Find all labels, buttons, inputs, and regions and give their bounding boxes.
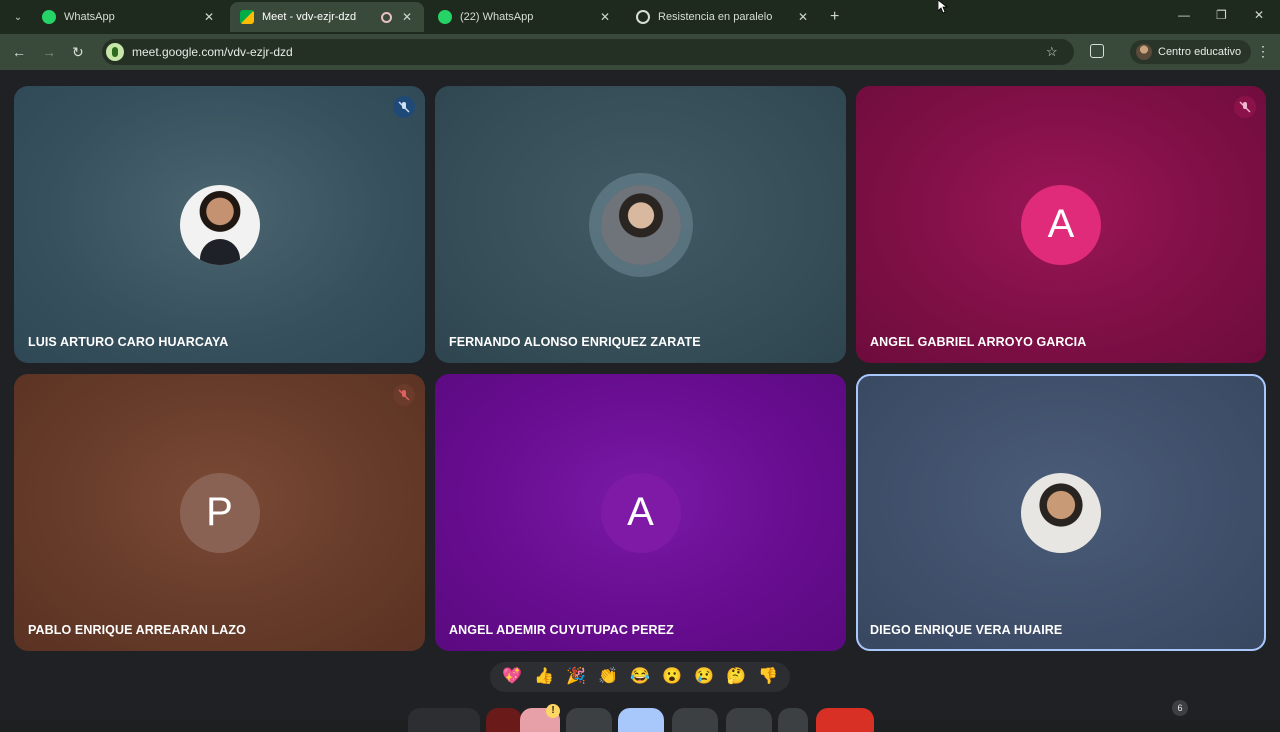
reaction-thumbs-down[interactable]: 👎: [758, 668, 778, 686]
participant-name: DIEGO ENRIQUE VERA HUAIRE: [870, 623, 1063, 637]
browser-menu-icon[interactable]: ⋮: [1256, 43, 1270, 60]
camera-button[interactable]: [486, 708, 522, 732]
participant-name: FERNANDO ALONSO ENRIQUEZ ZARATE: [449, 335, 701, 349]
participant-name: ANGEL GABRIEL ARROYO GARCIA: [870, 335, 1087, 349]
whatsapp-icon: [438, 10, 452, 24]
reaction-clapping[interactable]: 👏: [598, 668, 618, 686]
participant-avatar: [1021, 472, 1101, 553]
close-tab-icon[interactable]: ✕: [598, 10, 612, 24]
reaction-surprised[interactable]: 😮: [662, 668, 682, 686]
tab-resistencia[interactable]: Resistencia en paralelo ✕: [626, 2, 820, 32]
participant-tile[interactable]: FERNANDO ALONSO ENRIQUEZ ZARATE: [435, 86, 846, 363]
participant-tile[interactable]: LUIS ARTURO CARO HUARCAYA: [14, 86, 425, 363]
tab-whatsapp-2[interactable]: (22) WhatsApp ✕: [428, 2, 622, 32]
close-tab-icon[interactable]: ✕: [202, 10, 216, 24]
reaction-sparkling-heart[interactable]: 💖: [502, 668, 522, 686]
reaction-crying[interactable]: 😢: [694, 668, 714, 686]
warning-badge-icon: !: [546, 704, 560, 718]
extensions-icon[interactable]: [1090, 44, 1104, 58]
participant-avatar: A: [1021, 184, 1101, 265]
reaction-party-popper[interactable]: 🎉: [566, 668, 586, 686]
participant-tile[interactable]: P PABLO ENRIQUE ARREARAN LAZO: [14, 374, 425, 651]
back-arrow-icon[interactable]: ←: [12, 44, 26, 60]
more-options-button[interactable]: [726, 708, 772, 732]
tab-title: Meet - vdv-ezjr-dzd: [262, 11, 357, 23]
reaction-thumbs-up[interactable]: 👍: [534, 668, 554, 686]
close-tab-icon[interactable]: ✕: [796, 10, 810, 24]
overflow-button[interactable]: [778, 708, 808, 732]
browser-toolbar: ← → ↻ meet.google.com/vdv-ezjr-dzd ☆ Cen…: [0, 34, 1280, 70]
url-text: meet.google.com/vdv-ezjr-dzd: [132, 45, 293, 59]
participant-count-badge: 6: [1172, 700, 1188, 716]
reactions-bar: 💖 👍 🎉 👏 😂 😮 😢 🤔 👎: [490, 662, 790, 692]
reload-icon[interactable]: ↻: [72, 44, 84, 61]
participant-avatar: [179, 184, 260, 265]
forward-arrow-icon[interactable]: →: [42, 44, 56, 60]
tab-meet[interactable]: Meet - vdv-ezjr-dzd ✕: [230, 2, 424, 32]
tab-search-chevron-icon[interactable]: ⌄: [8, 8, 28, 26]
bookmark-star-icon[interactable]: ☆: [1046, 44, 1058, 60]
participant-avatar: P: [179, 472, 260, 553]
openai-icon: [636, 10, 650, 24]
microphone-permission-icon[interactable]: [106, 43, 124, 61]
close-window-icon[interactable]: ✕: [1254, 8, 1264, 22]
address-bar[interactable]: meet.google.com/vdv-ezjr-dzd: [102, 39, 1074, 65]
raise-hand-button[interactable]: [618, 708, 664, 732]
participant-tile[interactable]: A ANGEL GABRIEL ARROYO GARCIA: [856, 86, 1266, 363]
profile-button[interactable]: Centro educativo: [1130, 40, 1252, 64]
end-call-button[interactable]: [816, 708, 874, 732]
profile-avatar: [1136, 44, 1152, 60]
tab-title: WhatsApp: [64, 11, 115, 23]
whatsapp-icon: [42, 10, 56, 24]
participant-tile[interactable]: A ANGEL ADEMIR CUYUTUPAC PEREZ: [435, 374, 846, 651]
participant-tile-active-speaker[interactable]: DIEGO ENRIQUE VERA HUAIRE: [856, 374, 1266, 651]
recording-indicator-icon: [381, 11, 392, 23]
new-tab-icon[interactable]: +: [830, 8, 839, 26]
microphone-button[interactable]: [408, 708, 480, 732]
muted-mic-icon: [393, 96, 415, 118]
muted-mic-icon: [1234, 96, 1256, 118]
participant-name: LUIS ARTURO CARO HUARCAYA: [28, 335, 229, 349]
meet-stage: LUIS ARTURO CARO HUARCAYA FERNANDO ALONS…: [0, 70, 1280, 732]
reaction-thinking[interactable]: 🤔: [726, 668, 746, 686]
present-button[interactable]: [566, 708, 612, 732]
restore-icon[interactable]: ❐: [1216, 8, 1227, 22]
emoji-button[interactable]: [672, 708, 718, 732]
mouse-cursor-icon: [938, 0, 948, 14]
google-meet-icon: [240, 10, 254, 24]
tab-whatsapp[interactable]: WhatsApp ✕: [32, 2, 226, 32]
tab-title: Resistencia en paralelo: [658, 11, 773, 23]
tab-title: (22) WhatsApp: [460, 11, 534, 23]
participant-name: PABLO ENRIQUE ARREARAN LAZO: [28, 623, 246, 637]
close-tab-icon[interactable]: ✕: [400, 10, 414, 24]
reaction-laughing[interactable]: 😂: [630, 668, 650, 686]
participant-name: ANGEL ADEMIR CUYUTUPAC PEREZ: [449, 623, 674, 637]
browser-tab-strip: ⌄ WhatsApp ✕ Meet - vdv-ezjr-dzd ✕ (22) …: [0, 0, 1280, 34]
profile-label: Centro educativo: [1158, 46, 1242, 58]
participant-avatar: A: [600, 472, 681, 553]
participant-avatar: [600, 184, 681, 265]
muted-mic-icon: [393, 384, 415, 406]
minimize-icon[interactable]: —: [1178, 8, 1190, 22]
